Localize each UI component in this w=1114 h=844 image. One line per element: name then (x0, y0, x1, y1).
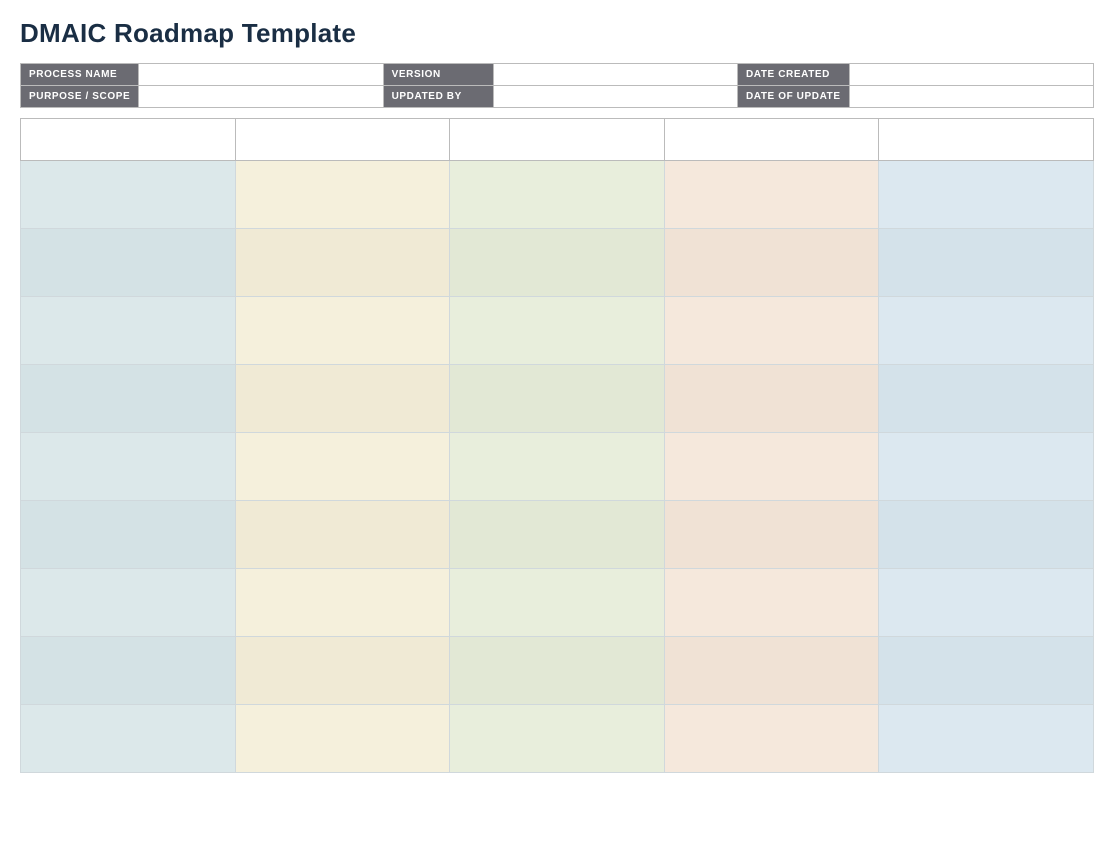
table-cell[interactable] (450, 705, 665, 773)
table-cell[interactable] (21, 637, 236, 705)
header-define: DEFINE (21, 119, 236, 161)
table-cell[interactable] (21, 705, 236, 773)
table-cell[interactable] (450, 365, 665, 433)
table-row (21, 161, 1094, 229)
table-cell[interactable] (664, 229, 879, 297)
table-cell[interactable] (235, 705, 450, 773)
page-title: DMAIC Roadmap Template (20, 18, 1094, 49)
table-cell[interactable] (664, 161, 879, 229)
table-cell[interactable] (450, 637, 665, 705)
table-row (21, 433, 1094, 501)
table-cell[interactable] (664, 433, 879, 501)
table-cell[interactable] (879, 297, 1094, 365)
table-row (21, 229, 1094, 297)
table-cell[interactable] (879, 433, 1094, 501)
header-measure: MEASURE (235, 119, 450, 161)
table-cell[interactable] (664, 365, 879, 433)
table-cell[interactable] (879, 501, 1094, 569)
table-cell[interactable] (235, 501, 450, 569)
meta-value-updated-by[interactable] (493, 86, 737, 108)
table-cell[interactable] (879, 569, 1094, 637)
table-cell[interactable] (450, 433, 665, 501)
meta-row-1: PROCESS NAME VERSION DATE CREATED (21, 64, 1094, 86)
table-row (21, 569, 1094, 637)
table-cell[interactable] (21, 161, 236, 229)
table-cell[interactable] (235, 161, 450, 229)
meta-row-2: PURPOSE / SCOPE UPDATED BY DATE OF UPDAT… (21, 86, 1094, 108)
table-cell[interactable] (235, 433, 450, 501)
meta-label-process: PROCESS NAME (21, 64, 139, 86)
header-analyze: ANALYZE (450, 119, 665, 161)
table-cell[interactable] (21, 569, 236, 637)
meta-label-version: VERSION (383, 64, 493, 86)
table-cell[interactable] (21, 433, 236, 501)
table-cell[interactable] (235, 229, 450, 297)
meta-label-date-created: DATE CREATED (737, 64, 849, 86)
table-row (21, 297, 1094, 365)
table-row (21, 705, 1094, 773)
header-row: DEFINE MEASURE ANALYZE IMPROVE CONTROL (21, 119, 1094, 161)
table-cell[interactable] (21, 365, 236, 433)
meta-value-version[interactable] (493, 64, 737, 86)
table-cell[interactable] (450, 569, 665, 637)
meta-value-purpose[interactable] (139, 86, 383, 108)
table-cell[interactable] (450, 229, 665, 297)
table-cell[interactable] (21, 297, 236, 365)
table-cell[interactable] (450, 161, 665, 229)
meta-value-date-created[interactable] (849, 64, 1093, 86)
table-cell[interactable] (879, 637, 1094, 705)
table-cell[interactable] (235, 569, 450, 637)
header-improve: IMPROVE (664, 119, 879, 161)
meta-value-date-update[interactable] (849, 86, 1093, 108)
meta-table: PROCESS NAME VERSION DATE CREATED PURPOS… (20, 63, 1094, 108)
table-cell[interactable] (879, 705, 1094, 773)
table-row (21, 637, 1094, 705)
table-cell[interactable] (235, 365, 450, 433)
table-cell[interactable] (879, 229, 1094, 297)
table-cell[interactable] (879, 365, 1094, 433)
table-cell[interactable] (450, 297, 665, 365)
table-cell[interactable] (664, 569, 879, 637)
table-cell[interactable] (664, 637, 879, 705)
meta-label-purpose: PURPOSE / SCOPE (21, 86, 139, 108)
table-cell[interactable] (664, 501, 879, 569)
header-control: CONTROL (879, 119, 1094, 161)
table-cell[interactable] (664, 705, 879, 773)
dmaic-table: DEFINE MEASURE ANALYZE IMPROVE CONTROL (20, 118, 1094, 773)
meta-value-process[interactable] (139, 64, 383, 86)
table-cell[interactable] (450, 501, 665, 569)
table-cell[interactable] (664, 297, 879, 365)
table-cell[interactable] (879, 161, 1094, 229)
table-cell[interactable] (21, 501, 236, 569)
table-cell[interactable] (21, 229, 236, 297)
table-row (21, 501, 1094, 569)
table-cell[interactable] (235, 637, 450, 705)
meta-label-updated-by: UPDATED BY (383, 86, 493, 108)
table-cell[interactable] (235, 297, 450, 365)
table-row (21, 365, 1094, 433)
meta-label-date-update: DATE OF UPDATE (737, 86, 849, 108)
